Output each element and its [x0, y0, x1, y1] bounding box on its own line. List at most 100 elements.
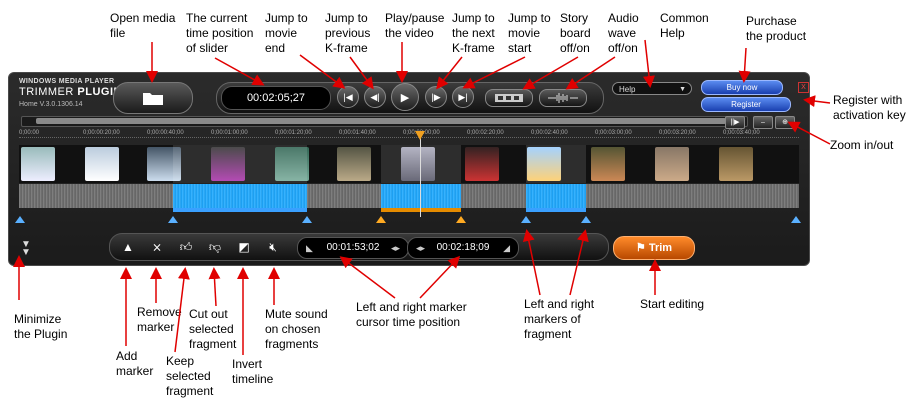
right-marker-time: ◂▸ 00:02:18;09 ◢: [407, 237, 519, 259]
invert-timeline-button[interactable]: ◩: [237, 240, 251, 254]
kept-fragment[interactable]: [526, 145, 586, 213]
thumbs-down-icon: 👎︎: [208, 240, 222, 254]
folder-icon: [143, 93, 163, 105]
annotation-minimize: Minimize the Plugin: [14, 312, 68, 341]
annotation-fragment-markers: Left and right markers of fragment: [524, 297, 595, 341]
marker-handle[interactable]: [521, 216, 531, 223]
skip-start-icon: |◀: [343, 91, 353, 102]
thumb-frame: [719, 147, 753, 181]
marker-handle[interactable]: [456, 216, 466, 223]
annotation-story-board: Story board off/on: [560, 11, 591, 55]
zoom-out-button[interactable]: –: [753, 116, 773, 129]
thumb-frame: [85, 147, 119, 181]
chevron-down-icon: ▼ ▼: [21, 239, 31, 258]
annotation-add-marker: Add marker: [116, 349, 154, 378]
chevron-down-icon: ▼: [679, 86, 686, 93]
annotation-mute-sound: Mute sound on chosen fragments: [265, 307, 328, 351]
annotation-start-editing: Start editing: [640, 297, 705, 311]
register-button[interactable]: Register: [701, 97, 791, 112]
timeline-tick-label: 0;00:00:20;00: [83, 130, 120, 136]
help-dropdown[interactable]: Help ▼: [612, 82, 692, 95]
thumbs-up-icon: 👍︎: [179, 240, 193, 254]
skip-end-icon: ▶|: [458, 91, 468, 102]
annotation-keep-fragment: Keep selected fragment: [166, 354, 214, 398]
annotation-jump-start: Jump to movie start: [508, 11, 551, 55]
timeline-tick-label: 0;00:00: [19, 130, 40, 136]
mute-icon: 🔇︎: [269, 240, 277, 254]
left-marker-time: ◣ 00:01:53;02 ◂▸: [297, 237, 409, 259]
flag-icon: ⚑: [635, 242, 649, 254]
current-time-display: 00:02:05;27: [221, 86, 331, 110]
annotation-remove-marker: Remove marker: [137, 305, 182, 334]
brand-title: TRIMMER PLUGIN: [19, 86, 122, 98]
mute-button[interactable]: 🔇︎: [266, 240, 280, 254]
storyboard-toggle[interactable]: [485, 89, 533, 107]
timeline-tick-label: 0;00:01:00;00: [211, 130, 248, 136]
playhead-line: [420, 137, 421, 217]
timeline-tick-label: 0;00:01:40;00: [339, 130, 376, 136]
annotation-register: Register with activation key: [833, 93, 906, 122]
timeline-tick-label: 0;00:03:20;00: [659, 130, 696, 136]
arrows-icon: ◂▸: [416, 243, 426, 253]
marker-handle[interactable]: [791, 216, 801, 223]
pause-scroll-button[interactable]: ||▶: [725, 116, 745, 129]
next-keyframe-icon: |▶: [431, 91, 441, 102]
right-marker-icon: ◢: [503, 243, 510, 253]
annotation-invert-timeline: Invert timeline: [232, 357, 274, 386]
jump-end-button[interactable]: ▶|: [452, 86, 474, 108]
open-media-button[interactable]: [113, 82, 193, 114]
close-icon[interactable]: X: [798, 82, 809, 93]
remove-marker-button[interactable]: ⨯: [150, 240, 164, 254]
annotation-purchase: Purchase the product: [746, 14, 807, 43]
thumb-frame: [337, 147, 371, 181]
marker-handle[interactable]: [168, 216, 178, 223]
zoom-in-button[interactable]: ⊕: [775, 116, 795, 129]
marker-handle[interactable]: [376, 216, 386, 223]
zoom-out-icon: –: [761, 119, 765, 126]
next-keyframe-button[interactable]: |▶: [425, 86, 447, 108]
zoom-in-icon: ⊕: [782, 119, 788, 126]
triangle-up-icon: ▲: [122, 240, 134, 254]
kept-fragment[interactable]: [173, 145, 307, 213]
timeline-tick-label: 0;00:02:20;00: [467, 130, 504, 136]
annotation-open-media: Open media file: [110, 11, 176, 40]
scrollbar-thumb[interactable]: [36, 118, 726, 124]
audio-wave-toggle[interactable]: [539, 89, 587, 107]
remove-marker-icon: ⨯: [151, 240, 163, 254]
thumb-frame: [655, 147, 689, 181]
invert-icon: ◩: [238, 240, 250, 254]
timeline-tick-label: 0;00:00:40;00: [147, 130, 184, 136]
trim-button[interactable]: ⚑ Trim: [613, 236, 695, 260]
cut-fragment-button[interactable]: 👎︎: [208, 240, 222, 254]
annotation-audio-wave: Audio wave off/on: [608, 11, 639, 55]
waveform-icon: [548, 93, 578, 103]
play-pause-button[interactable]: ▶: [391, 83, 419, 111]
timeline-tick-label: 0;00:03:00;00: [595, 130, 632, 136]
prev-keyframe-button[interactable]: ◀|: [364, 86, 386, 108]
playhead-handle[interactable]: [415, 131, 425, 140]
minimize-button[interactable]: ▼ ▼: [19, 239, 33, 258]
timeline-tick-label: 0;00:02:40;00: [531, 130, 568, 136]
thumb-frame: [21, 147, 55, 181]
left-marker-icon: ◣: [306, 243, 313, 253]
add-marker-button[interactable]: ▲: [121, 240, 135, 254]
timeline-scrollbar[interactable]: [21, 116, 748, 127]
brand-wmp: WINDOWS MEDIA PLAYER: [19, 78, 115, 85]
annotation-zoom: Zoom in/out: [830, 138, 894, 152]
buy-now-button[interactable]: Buy now: [701, 80, 783, 95]
timeline-tick-label: 0;00:01:20;00: [275, 130, 312, 136]
filmstrip-icon: [495, 94, 523, 102]
timeline-tick-label: 0;00:03:40;00: [723, 130, 760, 136]
annotation-common-help: Common Help: [660, 11, 709, 40]
prev-keyframe-icon: ◀|: [370, 91, 380, 102]
marker-handle[interactable]: [581, 216, 591, 223]
ruler-line: [19, 137, 799, 141]
marker-handle[interactable]: [302, 216, 312, 223]
marker-handle[interactable]: [15, 216, 25, 223]
jump-start-button[interactable]: |◀: [337, 86, 359, 108]
arrows-icon: ◂▸: [390, 243, 400, 253]
active-fragment[interactable]: [381, 145, 461, 213]
keep-fragment-button[interactable]: 👍︎: [179, 240, 193, 254]
annotation-current-position: The current time position of slider: [186, 11, 254, 55]
thumb-frame: [591, 147, 625, 181]
